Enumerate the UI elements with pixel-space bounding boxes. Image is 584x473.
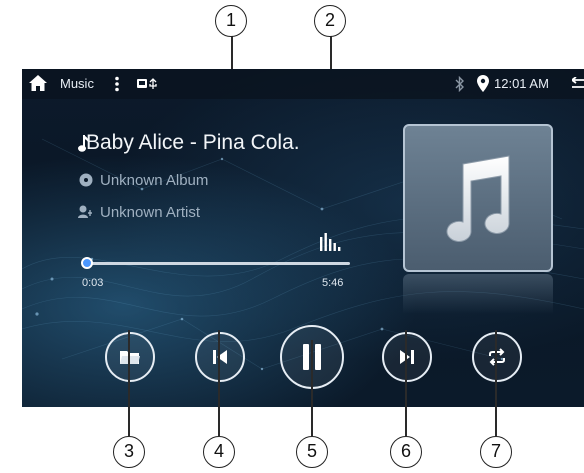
repeat-button[interactable] bbox=[472, 332, 522, 382]
callout-4: 4 bbox=[203, 436, 235, 468]
callout-leader-7 bbox=[495, 330, 497, 436]
folder-icon bbox=[120, 351, 140, 364]
album-art-note-icon bbox=[446, 155, 510, 242]
callout-7: 7 bbox=[480, 436, 512, 468]
clock: 12:01 AM bbox=[494, 76, 549, 91]
callout-6: 6 bbox=[390, 436, 422, 468]
callout-leader-3 bbox=[128, 330, 130, 436]
bluetooth-icon bbox=[455, 75, 465, 95]
next-track-button[interactable] bbox=[382, 332, 432, 382]
callout-1: 1 bbox=[215, 5, 247, 37]
callout-leader-5 bbox=[311, 340, 313, 436]
album-art bbox=[403, 124, 553, 272]
app-title: Music bbox=[60, 76, 94, 91]
track-title: Baby Alice - Pina Cola. bbox=[86, 131, 300, 154]
album-name: Unknown Album bbox=[100, 172, 209, 189]
home-icon[interactable] bbox=[28, 74, 48, 95]
elapsed-time: 0:03 bbox=[82, 277, 104, 289]
equalizer-icon[interactable] bbox=[319, 231, 341, 256]
previous-track-button[interactable] bbox=[195, 332, 245, 382]
album-art-reflection bbox=[403, 274, 553, 314]
progress-knob[interactable] bbox=[80, 257, 93, 269]
repeat-icon bbox=[489, 348, 505, 366]
back-icon[interactable] bbox=[570, 76, 584, 94]
music-player-screen: Music 12:01 AM Baby Alice - Pina Cola. U… bbox=[22, 69, 584, 407]
folder-button[interactable] bbox=[105, 332, 155, 382]
artist-icon bbox=[78, 205, 94, 224]
callout-2: 2 bbox=[314, 5, 346, 37]
skip-previous-icon bbox=[213, 350, 227, 364]
callout-leader-6 bbox=[405, 330, 407, 436]
skip-next-icon bbox=[400, 350, 414, 364]
progress-bar[interactable] bbox=[80, 257, 350, 269]
status-bar: Music 12:01 AM bbox=[22, 69, 584, 99]
more-vert-icon[interactable] bbox=[114, 76, 120, 95]
total-duration: 5:46 bbox=[322, 277, 344, 289]
usb-icon bbox=[137, 78, 161, 93]
artist-name: Unknown Artist bbox=[100, 204, 201, 221]
callout-leader-4 bbox=[218, 330, 220, 436]
callout-5: 5 bbox=[296, 436, 328, 468]
callout-3: 3 bbox=[113, 436, 145, 468]
location-icon bbox=[477, 75, 489, 95]
disc-icon bbox=[79, 173, 93, 192]
